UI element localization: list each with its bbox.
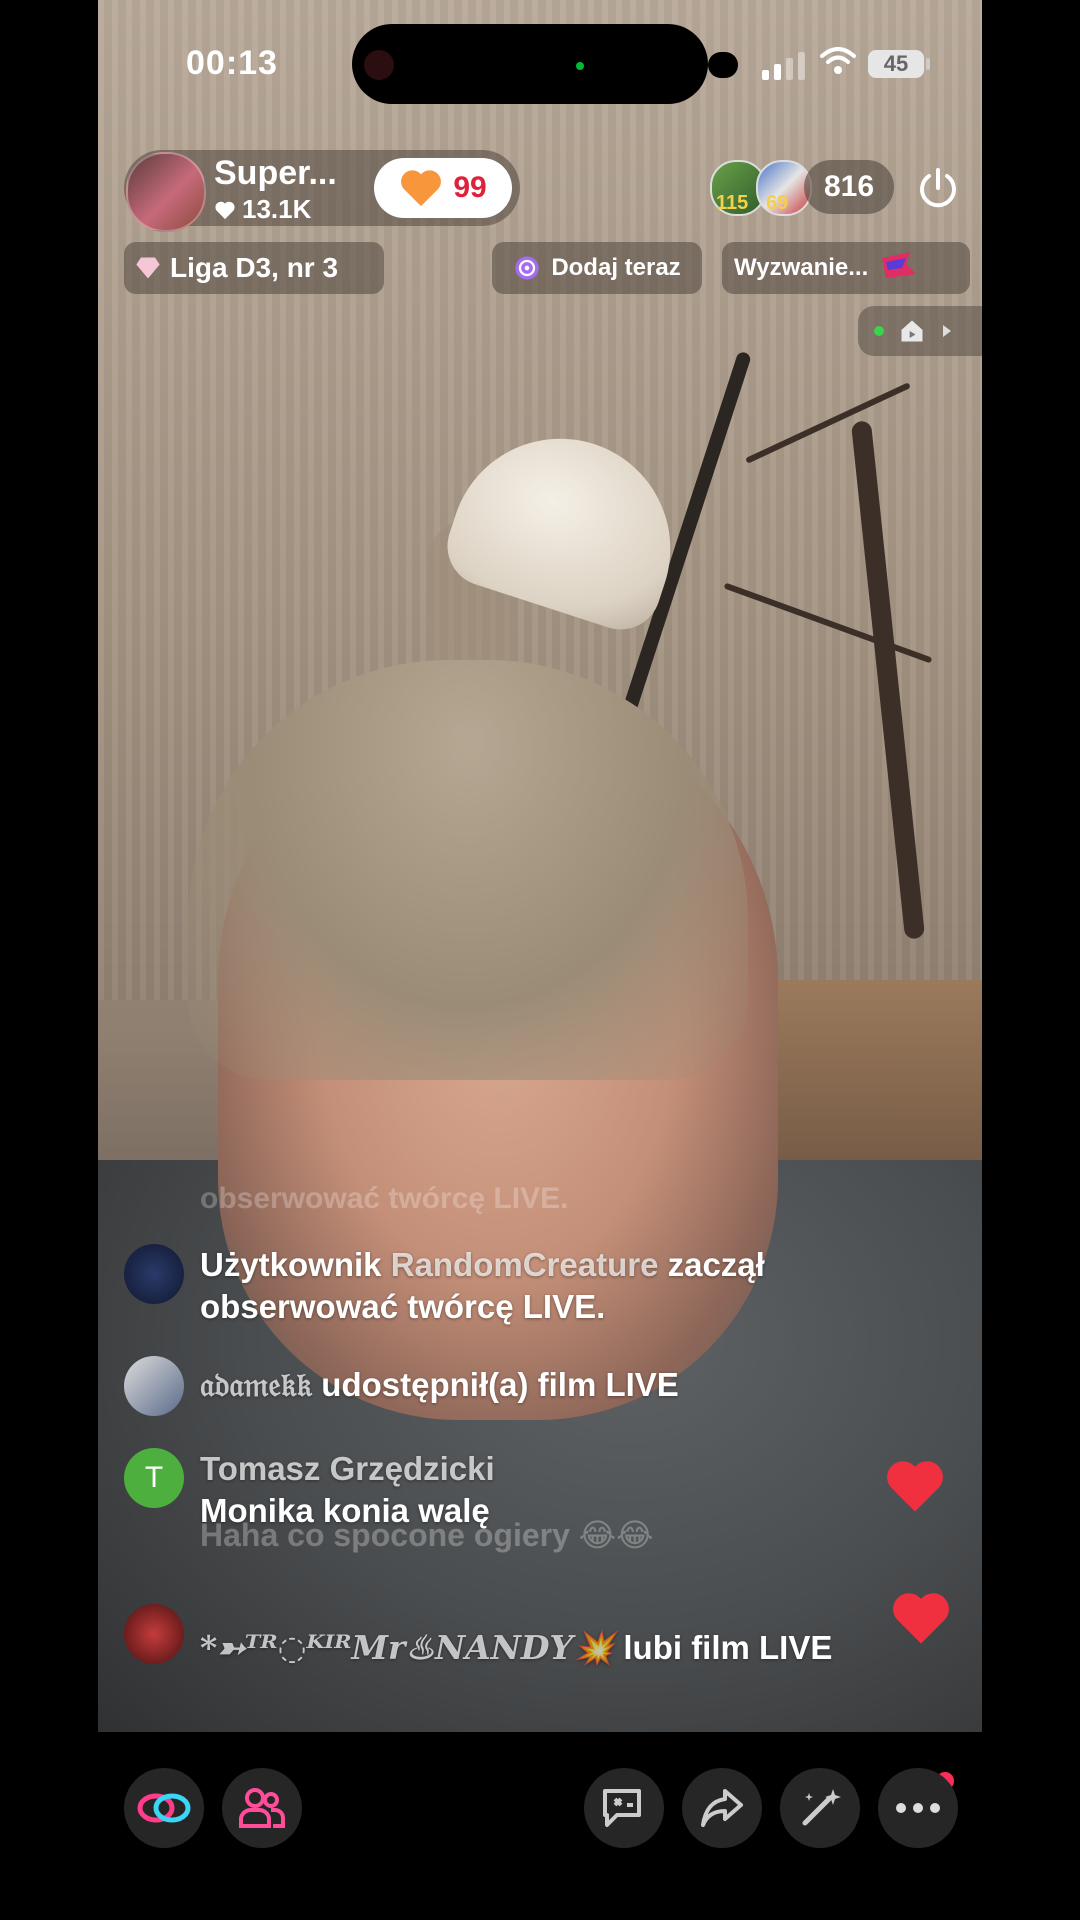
top-viewer-score: 69 bbox=[766, 192, 789, 214]
share-icon bbox=[701, 1789, 743, 1827]
share-button[interactable] bbox=[682, 1768, 762, 1848]
more-icon bbox=[896, 1803, 940, 1813]
chat-avatar[interactable] bbox=[124, 1604, 184, 1664]
chat-username[interactable]: Tomasz Grzędzicki bbox=[200, 1448, 900, 1490]
chat-faded-message: obserwować twórcę LIVE. bbox=[200, 1182, 569, 1215]
chat-avatar[interactable]: T bbox=[124, 1448, 184, 1508]
island-sensor bbox=[708, 52, 738, 78]
chat-message-text: 𝔞𝔡𝔞𝔪𝔢𝔨𝔨 udostępnił(a) film LIVE bbox=[200, 1356, 900, 1406]
magic-wand-icon bbox=[802, 1789, 841, 1826]
chat-message-text: Użytkownik RandomCreature zaczął obserwo… bbox=[200, 1244, 900, 1328]
flag-icon bbox=[882, 252, 917, 278]
chat-avatar[interactable] bbox=[124, 1244, 184, 1304]
cellular-signal-icon bbox=[762, 50, 805, 80]
host-name[interactable]: Super... bbox=[214, 154, 337, 193]
comment-button[interactable] bbox=[584, 1768, 664, 1848]
host-likes: 13.1K bbox=[214, 194, 311, 225]
chat-message[interactable]: *➳ᵀᴿ◌ᴷᴵᴿ𝑴𝒓♨NANDY💥 lubi film LIVE bbox=[124, 1604, 900, 1682]
challenge-pill[interactable]: Wyzwanie... bbox=[722, 242, 970, 294]
wifi-icon bbox=[820, 47, 856, 74]
host-likes-count: 13.1K bbox=[242, 194, 312, 224]
more-button[interactable] bbox=[878, 1768, 958, 1848]
chat-body: lubi film LIVE bbox=[614, 1629, 833, 1666]
add-now-label: Dodaj teraz bbox=[551, 254, 681, 281]
league-label: Liga D3, nr 3 bbox=[170, 252, 339, 283]
battery-level: 45 bbox=[868, 50, 924, 78]
floating-heart-icon bbox=[887, 1461, 943, 1512]
effects-button[interactable] bbox=[780, 1768, 860, 1848]
chat-faded-message: Haha co spocone ogiery 😂😂 bbox=[200, 1517, 654, 1553]
dynamic-island bbox=[352, 24, 708, 104]
chat-avatar[interactable] bbox=[124, 1356, 184, 1416]
viewer-count[interactable]: 816 bbox=[804, 160, 894, 214]
chat-username[interactable]: 𝔞𝔡𝔞𝔪𝔢𝔨𝔨 bbox=[200, 1366, 312, 1403]
live-stream-screen: 00:13 45 Super... 13.1K 99 115 69 816 Li… bbox=[98, 0, 982, 1920]
link-button[interactable] bbox=[124, 1768, 204, 1848]
power-icon[interactable] bbox=[914, 164, 962, 212]
mic-indicator-dot bbox=[576, 62, 584, 70]
follow-heart-button[interactable]: 99 bbox=[374, 158, 512, 218]
diamond-icon bbox=[136, 257, 160, 279]
home-icon bbox=[901, 320, 923, 342]
chat-prefix: Użytkownik bbox=[200, 1246, 391, 1283]
chat-message-text: *➳ᵀᴿ◌ᴷᴵᴿ𝑴𝒓♨NANDY💥 lubi film LIVE bbox=[200, 1604, 900, 1682]
link-icon bbox=[137, 1793, 191, 1823]
guests-button[interactable] bbox=[222, 1768, 302, 1848]
heart-icon bbox=[401, 170, 442, 207]
add-now-pill[interactable]: Dodaj teraz bbox=[492, 242, 702, 294]
status-time: 00:13 bbox=[186, 44, 278, 82]
battery-nub bbox=[926, 58, 930, 70]
comment-icon bbox=[603, 1789, 641, 1827]
chat-username[interactable]: RandomCreature bbox=[391, 1246, 659, 1283]
side-panel-tab[interactable] bbox=[858, 306, 982, 356]
target-icon bbox=[515, 256, 539, 280]
heart-count-value: 99 bbox=[453, 171, 487, 204]
chevron-right-icon bbox=[943, 325, 951, 337]
host-avatar[interactable] bbox=[126, 152, 206, 232]
chat-body: udostępnił(a) film LIVE bbox=[312, 1366, 679, 1403]
top-viewer-score: 115 bbox=[716, 192, 749, 214]
chat-message[interactable]: Użytkownik RandomCreature zaczął obserwo… bbox=[124, 1244, 900, 1328]
floating-heart-icon bbox=[893, 1593, 949, 1644]
challenge-label: Wyzwanie... bbox=[734, 254, 869, 281]
league-pill[interactable]: Liga D3, nr 3 bbox=[124, 242, 384, 294]
chat-message[interactable]: 𝔞𝔡𝔞𝔪𝔢𝔨𝔨 udostępnił(a) film LIVE bbox=[124, 1356, 900, 1416]
camera-indicator bbox=[364, 50, 394, 80]
live-indicator-dot bbox=[874, 326, 884, 336]
heart-icon bbox=[215, 201, 235, 219]
people-icon bbox=[239, 1788, 285, 1828]
chat-username[interactable]: *➳ᵀᴿ◌ᴷᴵᴿ𝑴𝒓♨NANDY💥 bbox=[200, 1628, 614, 1667]
